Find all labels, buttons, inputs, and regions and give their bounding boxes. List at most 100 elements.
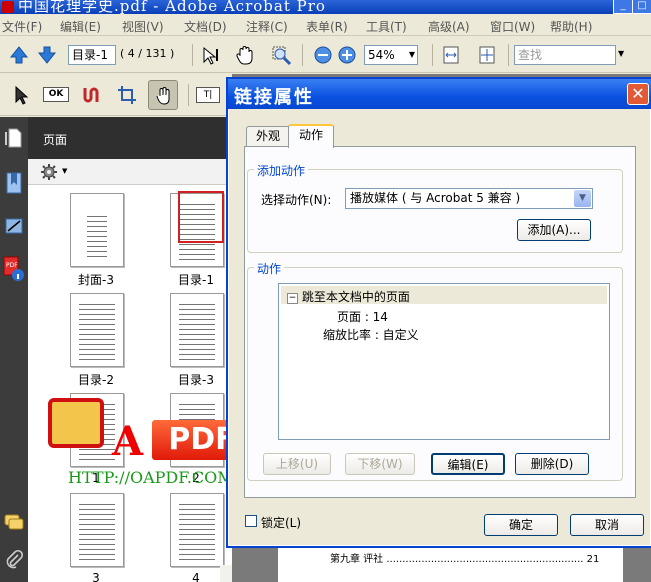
window-title-bar[interactable]: 中国花理学史.pdf - Adobe Acrobat Pro _ □ — [0, 0, 651, 14]
select-object-icon[interactable] — [10, 84, 32, 106]
zoom-out-icon[interactable] — [312, 44, 334, 66]
touchup-object-tool-button[interactable] — [148, 80, 178, 110]
thumbnail-page[interactable] — [170, 493, 224, 567]
menu-window[interactable]: 窗口(W) — [490, 18, 535, 35]
touchup-hand-icon — [156, 87, 170, 105]
move-down-button[interactable]: 下移(W) — [345, 453, 415, 475]
lock-label: 锁定(L) — [261, 516, 302, 530]
navigation-pane-header: 页面 — [28, 117, 232, 159]
toc-line: 第九章 评社 .................................… — [330, 554, 600, 565]
watermark-folder-logo — [48, 398, 104, 448]
menu-edit[interactable]: 编辑(E) — [60, 18, 101, 35]
thumbnail-label: 3 — [92, 571, 100, 582]
toolbar-separator — [302, 44, 303, 66]
thumbnail-scrollbar[interactable] — [220, 565, 232, 582]
navigation-toolbar: 目录-1 ( 4 / 131 ) 54% ▼ 查找 ▼ — [0, 37, 651, 73]
zoom-level-value: 54% — [368, 48, 395, 62]
thumbnail-page[interactable] — [70, 293, 124, 367]
document-info-icon[interactable]: PDF — [2, 255, 26, 283]
options-gear-icon[interactable] — [40, 163, 58, 181]
bookmarks-panel-icon[interactable] — [4, 171, 24, 195]
previous-page-icon[interactable] — [8, 44, 30, 66]
menu-file[interactable]: 文件(F) — [2, 18, 42, 35]
toolbar-separator — [508, 44, 509, 66]
toolbar-separator — [432, 44, 433, 66]
menu-view[interactable]: 视图(V) — [122, 18, 164, 35]
add-action-button[interactable]: 添加(A)... — [517, 219, 591, 241]
attachments-panel-icon[interactable] — [4, 549, 24, 571]
signatures-panel-icon[interactable] — [4, 215, 24, 237]
menu-bar: 文件(F) 编辑(E) 视图(V) 文档(D) 注释(C) 表单(R) 工具(T… — [0, 14, 651, 36]
dialog-title-bar[interactable]: 链接属性 ✕ — [228, 79, 651, 109]
text-field-tool-icon[interactable]: T| — [196, 87, 220, 103]
thumbnail-label: 目录-1 — [178, 273, 214, 287]
button-tool-icon[interactable]: OK — [43, 87, 69, 102]
toolbar-separator — [188, 84, 189, 106]
thumbnail-page[interactable] — [70, 493, 124, 567]
thumbnail-page[interactable] — [70, 193, 124, 267]
options-chevron-down-icon[interactable]: ▼ — [62, 167, 67, 175]
search-input[interactable]: 查找 — [514, 45, 616, 65]
navigation-pane-strip: PDF — [0, 117, 28, 582]
next-page-icon[interactable] — [36, 44, 58, 66]
page-thumbnails-panel: 封面-3 目录-1 目录-2 目录-3 1 2 3 4 — [28, 185, 232, 582]
maximize-icon[interactable]: □ — [632, 0, 651, 14]
menu-advanced[interactable]: 高级(A) — [428, 18, 470, 35]
lock-checkbox[interactable] — [245, 515, 257, 527]
tree-root-label: 跳至本文档中的页面 — [301, 290, 410, 304]
link-tool-icon[interactable] — [80, 84, 102, 106]
fit-width-icon[interactable] — [440, 44, 462, 66]
acrobat-app-icon — [2, 1, 14, 13]
page-number-input[interactable]: 目录-1 — [68, 45, 116, 65]
marquee-zoom-icon[interactable] — [270, 44, 292, 66]
thumbnail-label: 封面-3 — [78, 273, 114, 287]
thumbnail-label: 目录-3 — [178, 373, 214, 387]
chevron-down-icon[interactable]: ▼ — [574, 190, 591, 207]
hand-tool-icon[interactable] — [234, 44, 256, 66]
tree-node-page[interactable]: 页面 : 14 — [337, 308, 388, 325]
close-icon[interactable]: ✕ — [627, 83, 649, 105]
delete-action-button[interactable]: 删除(D) — [515, 453, 589, 475]
window-title: 中国花理学史.pdf - Adobe Acrobat Pro — [18, 0, 326, 14]
search-options-chevron-icon[interactable]: ▼ — [618, 49, 624, 58]
zoom-level-combo[interactable]: 54% ▼ — [364, 45, 418, 65]
thumbnail-toolbar: ▼ — [28, 159, 232, 185]
select-action-label: 选择动作(N): — [261, 193, 332, 207]
actions-caption: 动作 — [254, 260, 285, 277]
menu-help[interactable]: 帮助(H) — [550, 18, 592, 35]
fit-page-icon[interactable] — [476, 44, 498, 66]
thumbnail-label: 目录-2 — [78, 373, 114, 387]
link-properties-dialog: 链接属性 ✕ 外观 动作 添加动作 选择动作(N): 播放媒体 ( 与 Acro… — [226, 77, 651, 548]
menu-comments[interactable]: 注释(C) — [246, 18, 288, 35]
watermark-url: HTTP://OAPDF.COM — [68, 468, 234, 487]
thumbnail-view-box[interactable] — [178, 191, 224, 243]
collapse-minus-icon[interactable]: − — [287, 293, 298, 304]
watermark-letter: A — [112, 418, 144, 465]
zoom-in-icon[interactable] — [336, 44, 358, 66]
svg-text:PDF: PDF — [6, 262, 18, 269]
menu-tools[interactable]: 工具(T) — [366, 18, 407, 35]
tree-node-root[interactable]: − 跳至本文档中的页面 — [287, 288, 410, 305]
actions-tree[interactable]: − 跳至本文档中的页面 页面 : 14 缩放比率 : 自定义 — [278, 283, 610, 440]
tab-appearance[interactable]: 外观 — [246, 126, 290, 147]
toolbar-separator — [192, 44, 193, 66]
ok-button[interactable]: 确定 — [484, 514, 558, 536]
tree-node-zoom[interactable]: 缩放比率 : 自定义 — [323, 326, 419, 343]
page-count: ( 4 / 131 ) — [120, 47, 175, 60]
move-up-button[interactable]: 上移(U) — [263, 453, 331, 475]
edit-action-button[interactable]: 编辑(E) — [431, 453, 505, 475]
pages-panel-icon[interactable] — [4, 127, 24, 149]
minimize-icon[interactable]: _ — [613, 0, 633, 14]
crop-tool-icon[interactable] — [116, 84, 138, 106]
menu-document[interactable]: 文档(D) — [184, 18, 227, 35]
chevron-down-icon[interactable]: ▼ — [409, 46, 415, 64]
thumbnail-page[interactable] — [170, 293, 224, 367]
dialog-title: 链接属性 — [234, 87, 314, 108]
document-page: 第九章 评社 .................................… — [278, 545, 623, 582]
comments-panel-icon[interactable] — [3, 513, 25, 531]
select-action-combo[interactable]: 播放媒体 ( 与 Acrobat 5 兼容 ) ▼ — [345, 188, 593, 209]
select-text-icon[interactable] — [200, 44, 222, 66]
menu-forms[interactable]: 表单(R) — [306, 18, 348, 35]
cancel-button[interactable]: 取消 — [570, 514, 644, 536]
tab-actions[interactable]: 动作 — [288, 124, 334, 148]
